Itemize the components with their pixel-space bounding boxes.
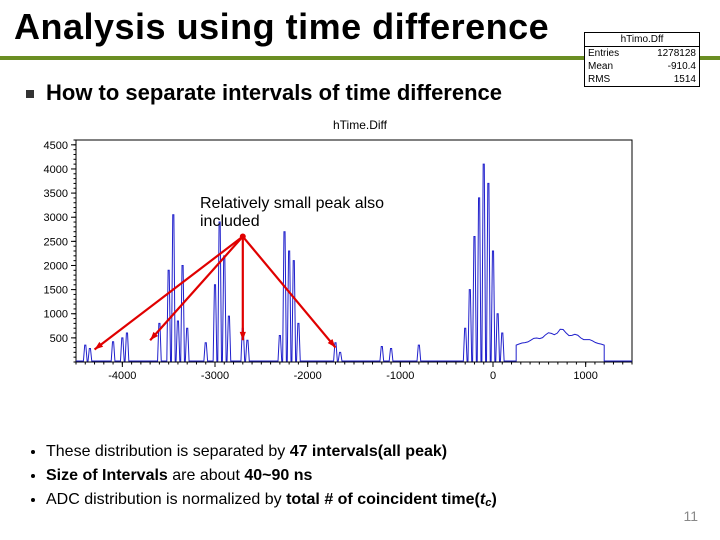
stats-mean: -910.4 — [668, 61, 696, 72]
histogram-chart: hTime.Diff 500 1000 1500 2000 2500 3000 3500 40… — [20, 120, 700, 400]
note-2: Size of Intervals are about 40~90 ns — [46, 464, 497, 488]
slide-number: 11 — [683, 508, 698, 524]
note-3: ADC distribution is normalized by total … — [46, 488, 497, 512]
svg-text:1000: 1000 — [44, 309, 68, 321]
note-1: These distribution is separated by 47 in… — [46, 440, 497, 464]
stats-title: hTimo.Dff — [621, 34, 664, 45]
chart-annotation: Relatively small peak also included — [200, 195, 410, 231]
svg-text:-2000: -2000 — [294, 370, 322, 382]
stats-entries: 1278128 — [657, 48, 696, 59]
svg-text:1000: 1000 — [573, 370, 597, 382]
svg-text:500: 500 — [50, 333, 68, 345]
svg-text:1500: 1500 — [44, 285, 68, 297]
stats-box: hTimo.Dff Entries 1278128 Mean -910.4 RMS 1… — [584, 32, 700, 87]
svg-text:4500: 4500 — [44, 140, 68, 152]
svg-text:4000: 4000 — [44, 164, 68, 176]
y-axis: 500 1000 1500 2000 2500 3000 3500 4000 4500 — [44, 140, 76, 362]
stats-label-mean: Mean — [588, 61, 613, 72]
main-bullet-text: How to separate intervals of time differ… — [46, 80, 502, 106]
svg-text:2500: 2500 — [44, 236, 68, 248]
svg-text:-1000: -1000 — [386, 370, 414, 382]
stats-rms: 1514 — [674, 74, 696, 85]
bullet-square-icon — [26, 90, 34, 98]
stats-label-entries: Entries — [588, 48, 619, 59]
svg-text:2000: 2000 — [44, 260, 68, 272]
svg-text:3500: 3500 — [44, 188, 68, 200]
svg-text:0: 0 — [490, 370, 496, 382]
x-axis: -4000 -3000 -2000 -1000 0 1000 — [76, 362, 632, 382]
chart-annotation-text: Relatively small peak also included — [200, 195, 384, 230]
stats-label-rms: RMS — [588, 74, 610, 85]
chart-title: hTime.Diff — [333, 118, 387, 132]
svg-text:3000: 3000 — [44, 212, 68, 224]
chart-svg: 500 1000 1500 2000 2500 3000 3500 4000 4500 -400… — [20, 132, 700, 392]
notes-list: These distribution is separated by 47 in… — [46, 440, 497, 512]
svg-text:-4000: -4000 — [108, 370, 136, 382]
svg-text:-3000: -3000 — [201, 370, 229, 382]
